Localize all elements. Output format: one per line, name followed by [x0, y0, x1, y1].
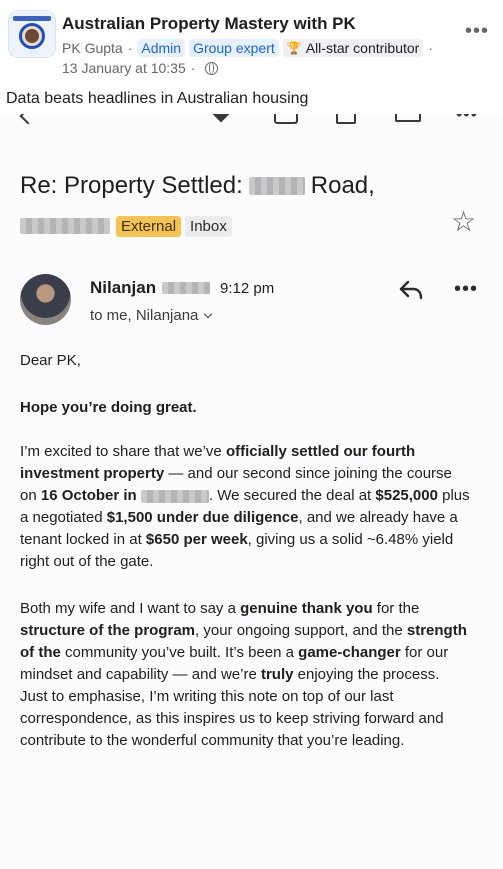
separator-dot: ·	[127, 40, 133, 56]
chevron-down-icon	[204, 309, 213, 319]
trophy-icon: 🏆	[286, 41, 302, 55]
email-subject: Re: Property Settled: Road,	[20, 172, 375, 200]
emphasis-text: game-changer	[298, 644, 401, 661]
body-text-run: Both my wife and I want to say a	[20, 600, 241, 617]
all-star-badge: 🏆 All-star contributor	[282, 39, 424, 57]
author-meta-row: PK Gupta · Admin Group expert 🏆 All-star…	[62, 38, 438, 58]
inbox-label[interactable]: Inbox	[185, 215, 232, 237]
email-greeting: Dear PK,	[20, 352, 81, 369]
body-text-run: community you’ve built. It’s been a	[60, 644, 299, 661]
redacted-surname	[162, 282, 211, 294]
group-name[interactable]: Australian Property Mastery with PK	[62, 14, 356, 34]
redacted-address	[248, 177, 305, 195]
group-expert-badge: Group expert	[189, 39, 279, 57]
separator-dot: ·	[190, 60, 196, 76]
emphasis-text: structure of the program	[20, 622, 196, 639]
email-toolbar: •••	[0, 114, 503, 128]
subject-suffix: Road,	[310, 172, 375, 199]
redacted-location	[140, 489, 209, 503]
label-icon[interactable]	[212, 114, 230, 123]
email-paragraph-2: Both my wife and I want to say a genuine…	[20, 598, 470, 752]
author-name[interactable]: PK Gupta	[62, 40, 123, 56]
star-icon[interactable]: ☆	[451, 205, 476, 238]
recipients-text: to me, Nilanjana	[90, 307, 199, 324]
admin-badge: Admin	[137, 39, 186, 57]
body-text-run: . We secured the deal at	[208, 487, 376, 504]
post-date-row: 13 January at 10:35 ·	[62, 60, 219, 76]
archive-icon[interactable]	[274, 114, 298, 124]
post-more-icon[interactable]: •••	[465, 20, 489, 43]
all-star-label: All-star contributor	[305, 40, 420, 56]
sender-avatar[interactable]	[20, 274, 71, 325]
external-label[interactable]: External	[116, 215, 182, 237]
separator-dot: ·	[428, 40, 433, 56]
delete-icon[interactable]	[336, 114, 356, 124]
email-paragraph-1: I’m excited to share that we’ve official…	[20, 441, 470, 573]
reply-icon[interactable]	[398, 279, 424, 301]
body-text-run: for the	[372, 600, 420, 617]
subject-prefix: Re: Property Settled:	[20, 172, 243, 199]
avatar-banner	[13, 16, 51, 21]
message-more-icon[interactable]: •••	[454, 278, 478, 301]
emphasis-text: 16 October in	[40, 487, 137, 504]
post-text: Data beats headlines in Australian housi…	[6, 90, 309, 107]
group-avatar[interactable]	[8, 10, 56, 58]
mark-unread-icon[interactable]	[395, 114, 421, 122]
post-date[interactable]: 13 January at 10:35	[62, 60, 186, 76]
email-time: 9:12 pm	[220, 280, 275, 297]
post-header: Australian Property Mastery with PK ••• …	[0, 0, 503, 112]
email-opening-line: Hope you’re doing great.	[20, 399, 197, 416]
sender-name[interactable]: Nilanjan	[90, 278, 156, 298]
email-labels: External Inbox	[20, 214, 232, 238]
emphasis-text: truly	[260, 666, 294, 683]
email-screenshot: ••• Re: Property Settled: Road, External…	[0, 114, 503, 869]
emphasis-text: $650 per week	[145, 531, 248, 548]
sender-name-row: Nilanjan	[90, 278, 211, 298]
toolbar-more-icon[interactable]: •••	[456, 114, 478, 125]
back-arrow-icon[interactable]	[19, 114, 37, 125]
emphasis-text: genuine thank you	[240, 600, 373, 617]
redacted-subject-line	[20, 218, 110, 234]
body-text-run: I’m excited to share that we’ve	[20, 443, 226, 460]
body-text-run: , your ongoing support, and the	[195, 622, 407, 639]
emphasis-text: $525,000	[375, 487, 438, 504]
recipients-toggle[interactable]: to me, Nilanjana	[90, 307, 213, 324]
audience-globe-icon[interactable]	[205, 61, 219, 75]
avatar-face	[25, 29, 39, 43]
emphasis-text: $1,500 under due diligence	[106, 509, 299, 526]
